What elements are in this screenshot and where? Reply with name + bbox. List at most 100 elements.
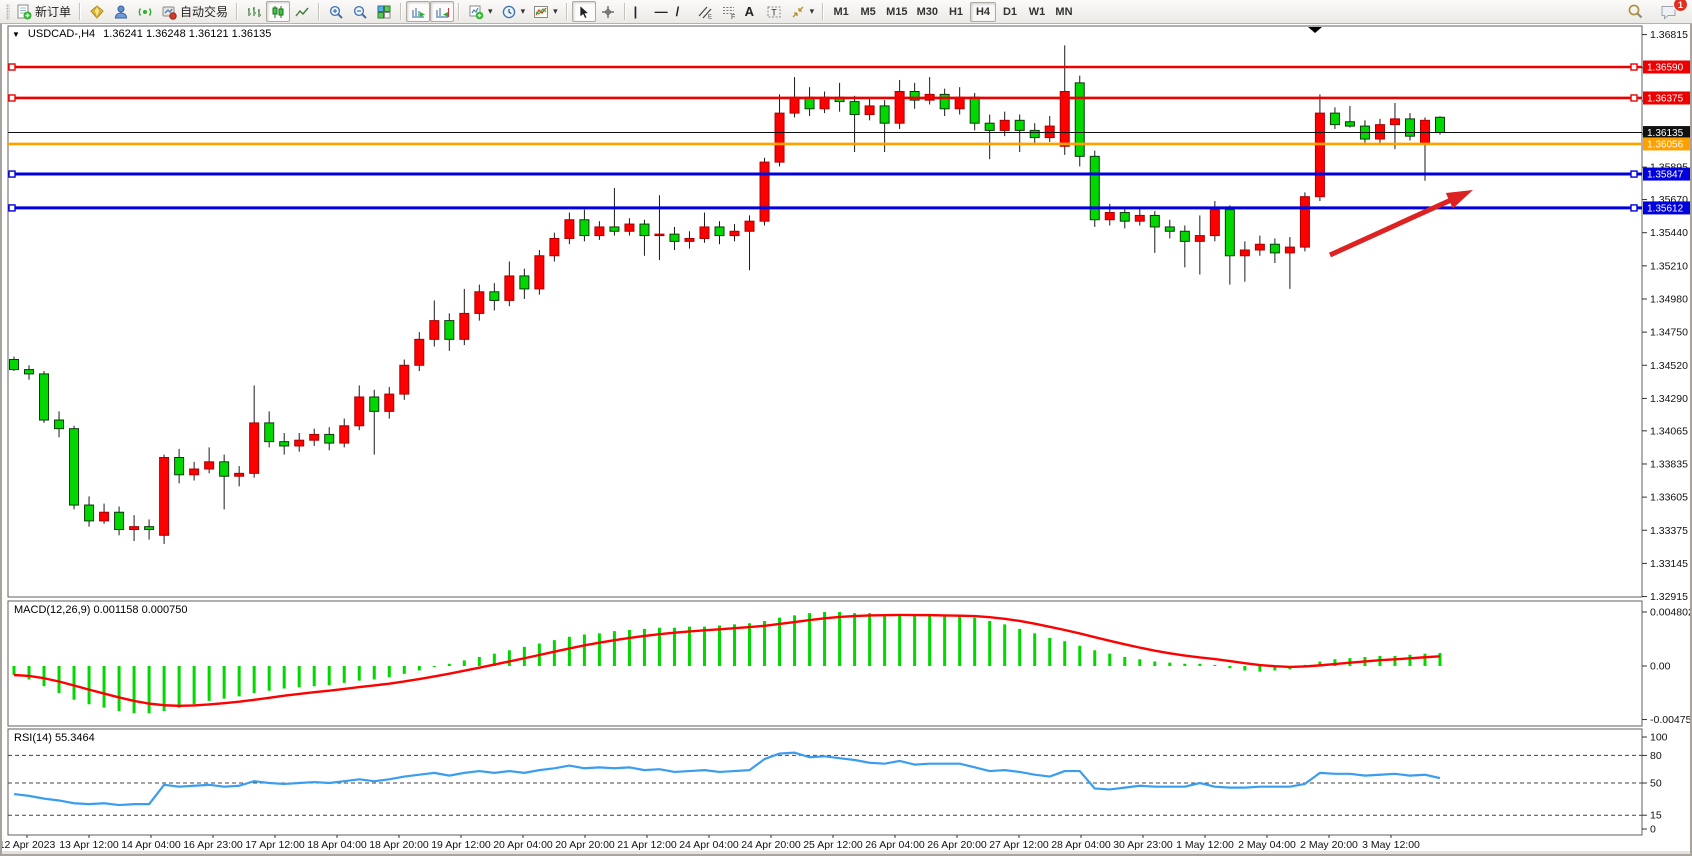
svg-text:0.004802: 0.004802 xyxy=(1650,606,1690,618)
chart-collapse-icon[interactable]: ▼ xyxy=(12,30,20,39)
periods-button[interactable]: ▾ xyxy=(497,1,530,22)
notifications-button[interactable]: 1 xyxy=(1656,1,1682,22)
new-order-label: 新订单 xyxy=(35,3,71,20)
text-icon: A xyxy=(745,5,754,18)
timeframe-group: M1M5M15M30H1H4D1W1MN xyxy=(828,2,1077,22)
toolbar-grip xyxy=(6,4,10,20)
macd-indicator-label: MACD(12,26,9) 0.001158 0.000750 xyxy=(14,604,187,616)
timeframe-button-D1[interactable]: D1 xyxy=(997,2,1023,22)
svg-text:20 Apr 20:00: 20 Apr 20:00 xyxy=(555,839,615,851)
svg-text:30 Apr 23:00: 30 Apr 23:00 xyxy=(1113,839,1173,851)
trendline-button[interactable]: / xyxy=(672,1,693,22)
toolbar-separator xyxy=(566,3,568,20)
timeframe-button-W1[interactable]: W1 xyxy=(1024,2,1050,22)
strategy-tester-button[interactable] xyxy=(109,1,133,22)
toolbar-separator xyxy=(400,3,402,20)
vertical-line-button[interactable]: | xyxy=(630,1,651,22)
svg-text:16 Apr 23:00: 16 Apr 23:00 xyxy=(183,839,243,851)
chart-shift-button[interactable] xyxy=(430,1,454,22)
candlestick-icon xyxy=(270,4,286,20)
svg-text:100: 100 xyxy=(1650,732,1668,744)
toolbar-separator xyxy=(318,3,320,20)
chart-canvas[interactable]: 1.368151.365851.363551.361251.358951.356… xyxy=(2,24,1690,854)
arrows-icon xyxy=(790,4,806,20)
chart-ohlc-values: 1.36241 1.36248 1.36121 1.36135 xyxy=(103,28,271,40)
vertical-line-icon: | xyxy=(634,5,638,18)
horizontal-line-button[interactable]: — xyxy=(651,1,672,22)
fibonacci-button[interactable]: F xyxy=(717,1,741,22)
timeframe-button-MN[interactable]: MN xyxy=(1051,2,1077,22)
svg-text:1.32915: 1.32915 xyxy=(1650,591,1688,603)
svg-text:15: 15 xyxy=(1650,810,1662,822)
chevron-down-icon: ▾ xyxy=(488,6,493,17)
svg-text:1.34520: 1.34520 xyxy=(1650,360,1688,372)
svg-text:27 Apr 12:00: 27 Apr 12:00 xyxy=(989,839,1049,851)
svg-text:1.36056: 1.36056 xyxy=(1647,139,1684,150)
tile-windows-button[interactable] xyxy=(372,1,396,22)
timeframe-button-M1[interactable]: M1 xyxy=(828,2,854,22)
market-watch-button[interactable] xyxy=(85,1,109,22)
candlestick-chart-button[interactable] xyxy=(266,1,290,22)
bar-chart-icon xyxy=(246,4,262,20)
svg-text:1 May 12:00: 1 May 12:00 xyxy=(1176,839,1234,851)
new-chart-icon xyxy=(468,4,484,20)
svg-text:0: 0 xyxy=(1650,824,1656,836)
svg-text:26 Apr 04:00: 26 Apr 04:00 xyxy=(865,839,925,851)
chart-shift-icon xyxy=(434,4,450,20)
line-chart-icon xyxy=(294,4,310,20)
arrows-button[interactable]: ▾ xyxy=(786,1,819,22)
auto-trading-label: 自动交易 xyxy=(180,3,228,20)
svg-text:1.35612: 1.35612 xyxy=(1647,203,1684,214)
svg-text:18 Apr 20:00: 18 Apr 20:00 xyxy=(369,839,429,851)
toolbar-separator xyxy=(79,3,81,20)
svg-text:1.34750: 1.34750 xyxy=(1650,327,1688,339)
svg-text:14 Apr 04:00: 14 Apr 04:00 xyxy=(121,839,181,851)
search-button[interactable] xyxy=(1623,1,1648,22)
indicators-icon xyxy=(533,4,549,20)
toolbar-separator xyxy=(236,3,238,20)
svg-text:1.33835: 1.33835 xyxy=(1650,458,1688,470)
line-chart-button[interactable] xyxy=(290,1,314,22)
auto-trading-button[interactable]: 自动交易 xyxy=(157,1,232,22)
svg-text:3 May 12:00: 3 May 12:00 xyxy=(1362,839,1420,851)
zoom-out-button[interactable] xyxy=(348,1,372,22)
zoom-in-button[interactable] xyxy=(324,1,348,22)
auto-scroll-button[interactable] xyxy=(406,1,430,22)
svg-text:1.33375: 1.33375 xyxy=(1650,525,1688,537)
timeframe-button-H1[interactable]: H1 xyxy=(943,2,969,22)
timeframe-button-M30[interactable]: M30 xyxy=(913,2,942,22)
svg-text:19 Apr 12:00: 19 Apr 12:00 xyxy=(431,839,491,851)
svg-text:E: E xyxy=(708,14,712,20)
svg-text:12 Apr 2023: 12 Apr 2023 xyxy=(2,839,55,851)
indicators-button[interactable]: ▾ xyxy=(529,1,562,22)
chart-symbol-period: USDCAD-,H4 xyxy=(28,28,95,40)
zoom-out-icon xyxy=(352,4,368,20)
mt4-application: 新订单 自动交易 xyxy=(0,0,1692,856)
text-label-button[interactable]: T xyxy=(762,1,786,22)
chart-window: 1.368151.365851.363551.361251.358951.356… xyxy=(0,24,1692,856)
bar-chart-button[interactable] xyxy=(242,1,266,22)
trendline-icon: / xyxy=(676,5,680,18)
chevron-down-icon: ▾ xyxy=(810,6,815,17)
svg-text:24 Apr 04:00: 24 Apr 04:00 xyxy=(679,839,739,851)
toolbar-separator xyxy=(624,3,626,20)
signals-button[interactable] xyxy=(133,1,157,22)
svg-text:1.33145: 1.33145 xyxy=(1650,558,1688,570)
crosshair-button[interactable] xyxy=(596,1,620,22)
cursor-button[interactable] xyxy=(572,1,596,22)
timeframe-button-M5[interactable]: M5 xyxy=(855,2,881,22)
timeframe-button-M15[interactable]: M15 xyxy=(882,2,911,22)
chevron-down-icon: ▾ xyxy=(553,6,558,17)
svg-text:21 Apr 12:00: 21 Apr 12:00 xyxy=(617,839,677,851)
svg-text:24 Apr 20:00: 24 Apr 20:00 xyxy=(741,839,801,851)
fibonacci-icon: F xyxy=(721,4,737,20)
channel-button[interactable]: E xyxy=(693,1,717,22)
new-order-button[interactable]: 新订单 xyxy=(12,1,75,22)
equidistant-channel-icon: E xyxy=(697,4,713,20)
new-chart-button[interactable]: ▾ xyxy=(464,1,497,22)
svg-text:18 Apr 04:00: 18 Apr 04:00 xyxy=(307,839,367,851)
tile-windows-icon xyxy=(376,4,392,20)
svg-text:T: T xyxy=(771,7,777,17)
text-button[interactable]: A xyxy=(741,1,762,22)
timeframe-button-H4[interactable]: H4 xyxy=(970,2,996,22)
